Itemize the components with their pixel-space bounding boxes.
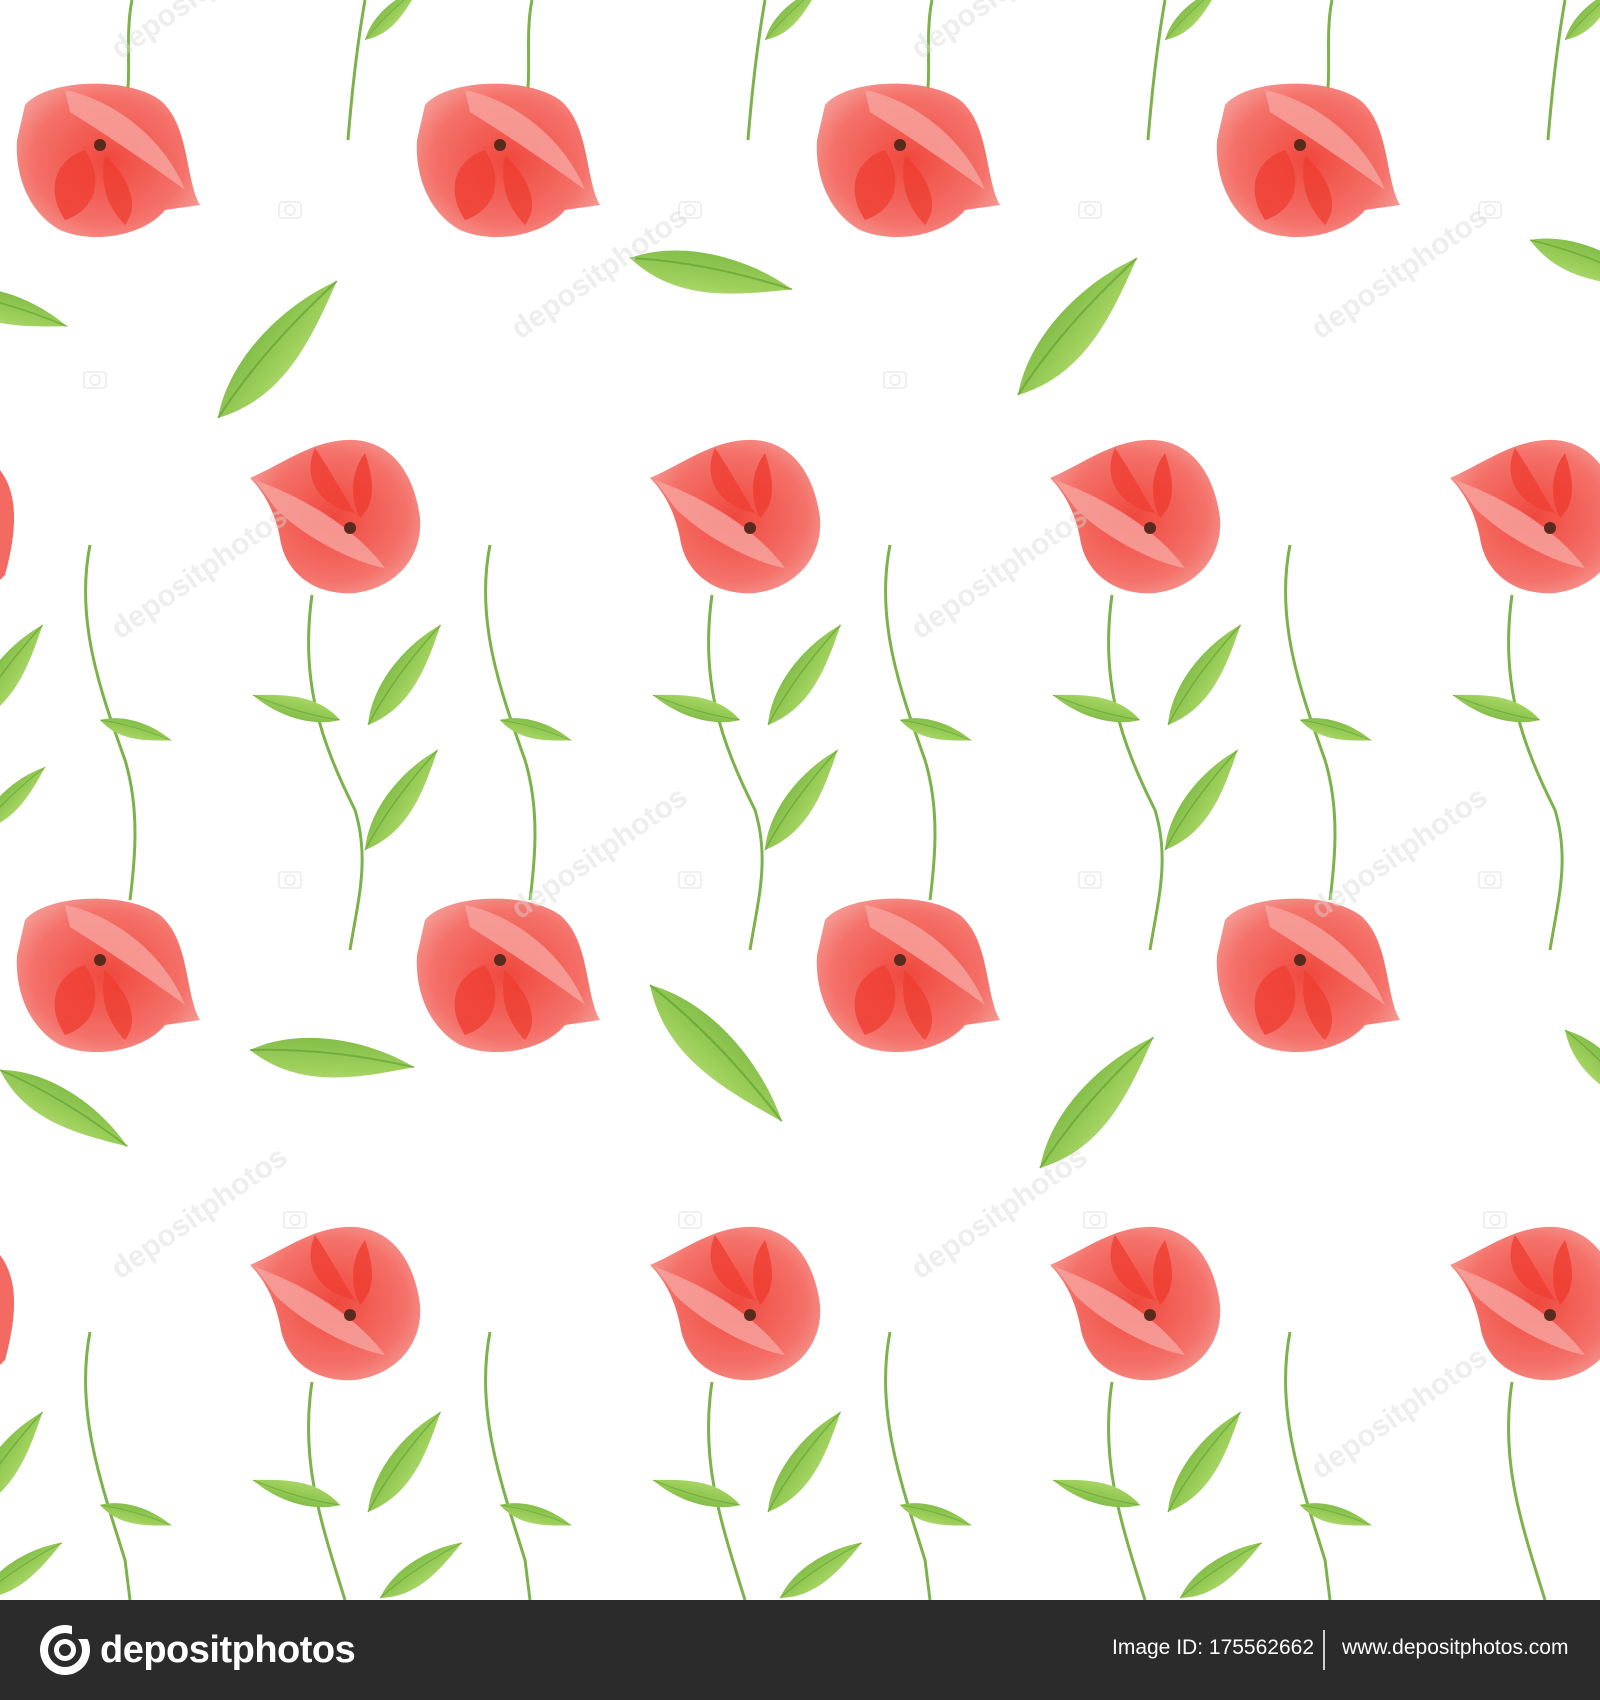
depositphotos-logo-icon <box>40 1625 90 1675</box>
image-id-label: Image ID: <box>1112 1636 1204 1659</box>
image-id: Image ID: 175562662 <box>1112 1636 1314 1660</box>
poppy-pattern-image: depositphotos depositphotos depositphotos d… <box>0 0 1600 1600</box>
poppy-pattern-svg <box>0 0 1600 1600</box>
footer-bar: depositphotos Image ID: 175562662 www.de… <box>0 1600 1600 1700</box>
depositphotos-logo[interactable]: depositphotos <box>38 1622 356 1678</box>
footer-divider <box>1323 1630 1325 1670</box>
logo-text: depositphotos <box>100 1628 356 1671</box>
site-url[interactable]: www.depositphotos.com <box>1342 1636 1568 1660</box>
image-id-value: 175562662 <box>1208 1636 1315 1659</box>
